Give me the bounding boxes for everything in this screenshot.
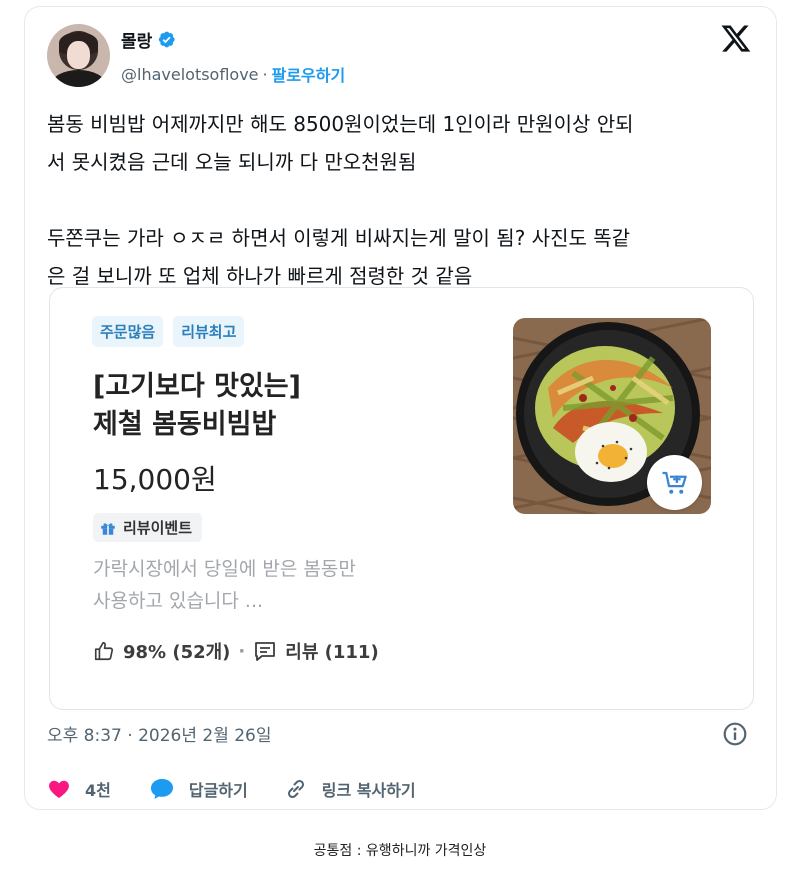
- add-to-cart-button[interactable]: [647, 455, 702, 510]
- tweet-timestamp[interactable]: 오후 8:37 · 2026년 2월 26일: [47, 721, 272, 746]
- author-avatar[interactable]: [47, 24, 110, 87]
- author-handle[interactable]: @lhavelotsoflove: [121, 65, 259, 84]
- review-count: 리뷰 (111): [285, 642, 379, 663]
- author-name-row[interactable]: 몰랑: [121, 27, 176, 52]
- product-card[interactable]: 주문많음 리뷰최고 [고기보다 맛있는] 제철 봄동비빔밥 15,000원 리뷰…: [49, 287, 754, 710]
- separator-dot: ·: [262, 64, 268, 84]
- review-event-badge: 리뷰이벤트: [93, 513, 203, 542]
- copy-link-button[interactable]: 링크 복사하기: [284, 777, 416, 801]
- heart-icon: [49, 780, 69, 798]
- review-event-label: 리뷰이벤트: [123, 519, 193, 537]
- like-button[interactable]: 4천: [47, 777, 111, 801]
- author-name[interactable]: 몰랑: [121, 27, 152, 52]
- tag-list: 주문많음 리뷰최고: [92, 316, 245, 347]
- cart-add-icon: [662, 471, 687, 494]
- verified-badge-icon: [159, 31, 175, 48]
- info-icon[interactable]: [722, 721, 748, 747]
- gift-icon: [101, 522, 115, 535]
- follow-button[interactable]: 팔로우하기: [272, 62, 346, 86]
- reply-button[interactable]: 답글하기: [149, 777, 248, 801]
- product-title: [고기보다 맛있는] 제철 봄동비빔밥: [93, 371, 301, 440]
- rating-text: 98% (52개): [123, 642, 231, 663]
- product-description: 가락시장에서 당일에 받은 봄동만 사용하고 있습니다 ...: [93, 558, 356, 612]
- product-price: 15,000원: [93, 463, 217, 496]
- stats-dot: ·: [238, 640, 246, 662]
- tag-popular: 주문많음: [92, 316, 164, 347]
- review-bubble-icon: [255, 642, 276, 661]
- tweet-text: 봄동 비빔밥 어제까지만 해도 8500원이었는데 1인이라 만원이상 안되 서…: [47, 112, 634, 288]
- x-logo-icon[interactable]: [719, 22, 753, 56]
- thumbs-up-icon: [94, 641, 114, 661]
- tweet-actions: 4천 답글하기 링크 복사하기: [47, 777, 416, 801]
- handle-row: @lhavelotsoflove · 팔로우하기: [121, 62, 345, 86]
- tag-top-review: 리뷰최고: [173, 316, 245, 347]
- copy-link-label: 링크 복사하기: [321, 781, 416, 800]
- product-stats: 98% (52개) · 리뷰 (111): [93, 638, 379, 664]
- link-icon: [287, 779, 304, 799]
- reply-label: 답글하기: [188, 781, 248, 800]
- tweet-card: 몰랑 @lhavelotsoflove · 팔로우하기 봄동 비빔밥 어제까지만…: [24, 6, 777, 810]
- reply-icon: [150, 779, 173, 799]
- like-count: 4천: [85, 781, 111, 800]
- image-caption: 공통점 : 유행하니까 가격인상: [313, 843, 487, 859]
